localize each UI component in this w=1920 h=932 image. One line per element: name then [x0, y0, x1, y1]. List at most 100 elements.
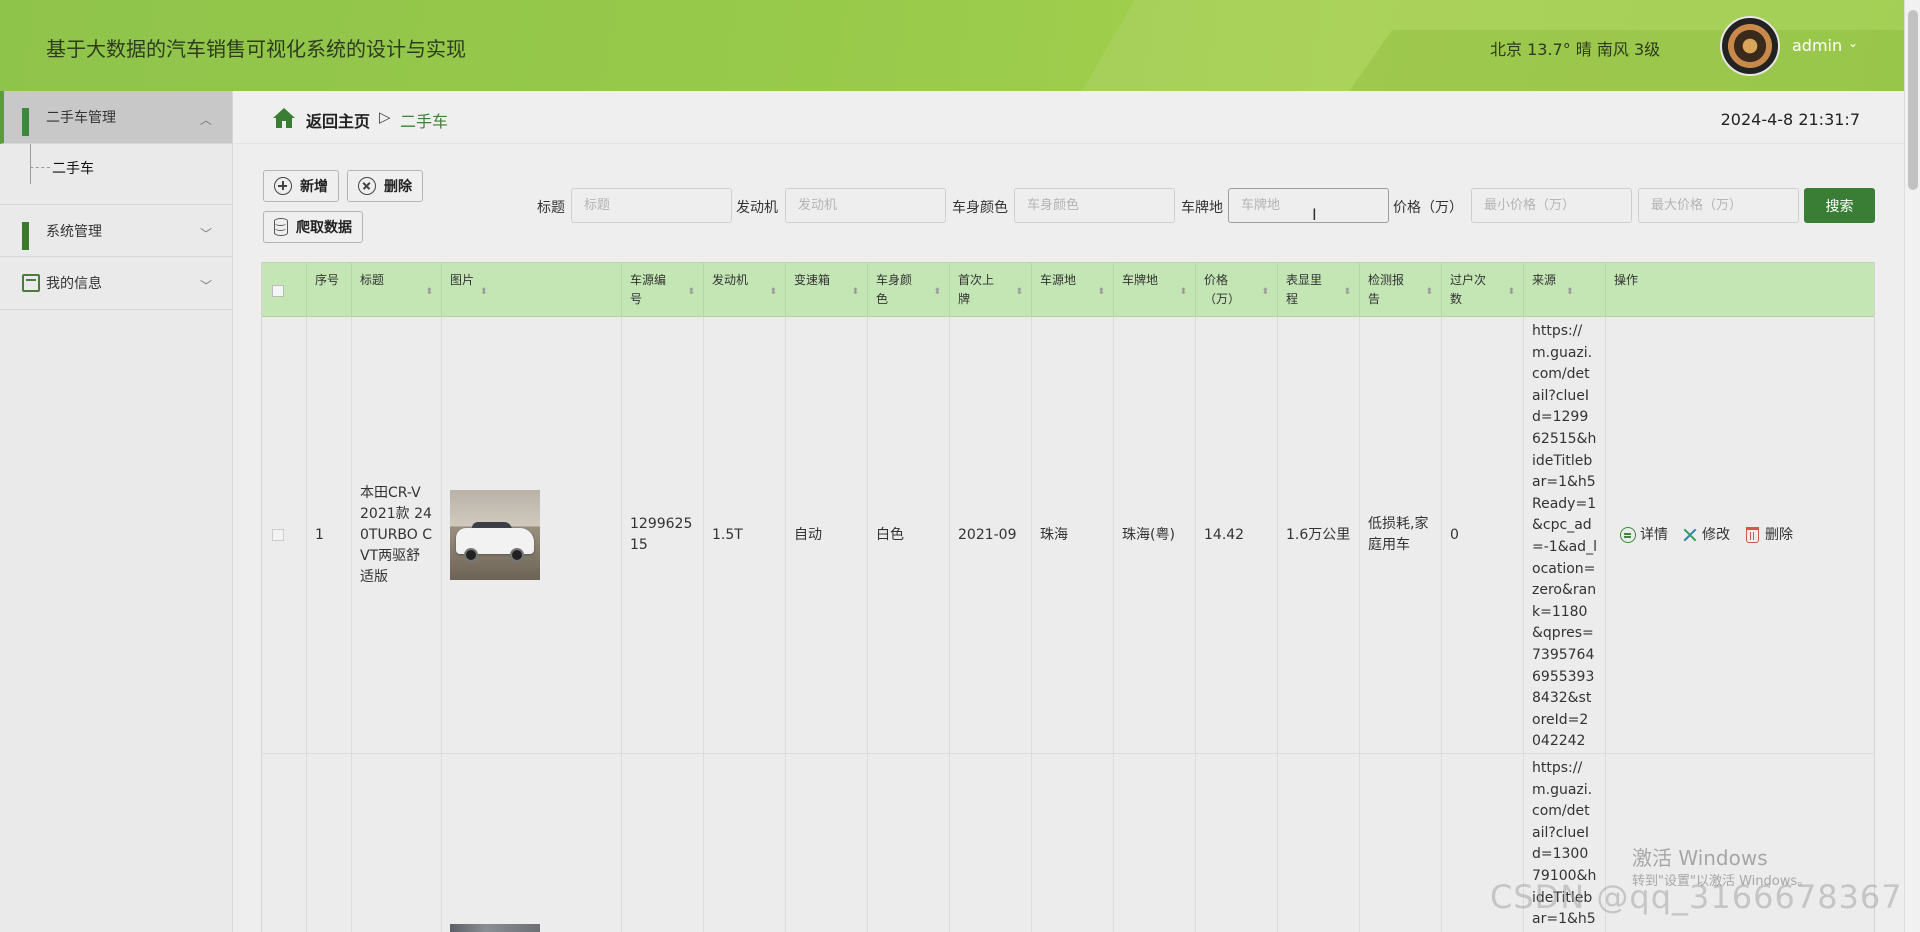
breadcrumb: 返回主页 ▷ 二手车 2024-4-8 21:31:7: [234, 91, 1920, 144]
sort-icon[interactable]: ⬍: [425, 283, 433, 302]
sort-icon[interactable]: ⬍: [480, 283, 488, 302]
chevron-down-icon: ﹀: [199, 279, 212, 293]
detail-button[interactable]: 详情: [1620, 525, 1668, 546]
column-header[interactable]: 变速箱 ⬍: [786, 263, 868, 318]
cell-index: 1: [307, 317, 352, 753]
weather-info: 北京 13.7° 晴 南风 3级: [1490, 40, 1661, 59]
sidebar-item-my-info[interactable]: 我的信息 ﹀: [0, 257, 232, 310]
sidebar-subitem-used-car[interactable]: 二手车: [52, 158, 94, 178]
column-header[interactable]: 表显里 程 ⬍: [1278, 263, 1360, 318]
chevron-up-icon: ︿: [199, 113, 212, 127]
cell-engine: 1.5T: [704, 317, 786, 753]
sidebar-submenu: 二手车: [0, 144, 232, 204]
user-menu[interactable]: admin: [1792, 36, 1842, 55]
sort-icon[interactable]: ⬍: [1343, 283, 1351, 302]
column-header-label: 序号: [315, 273, 340, 287]
title-filter-input[interactable]: [571, 188, 732, 223]
column-header[interactable]: 价格 （万） ⬍: [1196, 263, 1278, 318]
scrollbar-thumb[interactable]: [1908, 10, 1918, 190]
detail-label: 详情: [1640, 526, 1668, 543]
sort-icon[interactable]: ⬍: [1097, 283, 1105, 302]
sidebar-item-label: 系统管理: [46, 223, 102, 240]
sort-icon[interactable]: ⬍: [1566, 283, 1574, 302]
detail-icon: [1620, 527, 1636, 543]
column-header[interactable]: 车源编 号 ⬍: [622, 263, 704, 318]
chevron-down-icon[interactable]: ⌄: [1848, 36, 1858, 50]
car-thumbnail[interactable]: [450, 490, 540, 580]
plus-circle-icon: [274, 177, 292, 195]
engine-filter-input[interactable]: [785, 188, 946, 223]
trash-icon: [1746, 527, 1759, 543]
plate-filter-input[interactable]: [1228, 188, 1389, 223]
crawl-data-button[interactable]: 爬取数据: [263, 211, 363, 243]
sidebar-item-used-car-management[interactable]: 二手车管理 ︿: [0, 91, 232, 144]
column-header-label: 车源编 号: [630, 273, 667, 306]
column-header[interactable]: 来源 ⬍: [1524, 263, 1606, 318]
home-icon[interactable]: [272, 107, 296, 129]
cell-gearbox: 自动: [786, 317, 868, 753]
column-header[interactable]: 首次上 牌 ⬍: [950, 263, 1032, 318]
column-header-label: 过户次 数: [1450, 273, 1487, 306]
column-header[interactable]: 发动机 ⬍: [704, 263, 786, 318]
min-price-input[interactable]: [1471, 188, 1632, 223]
sidebar: 二手车管理 ︿ 二手车 系统管理 ﹀ 我的信息 ﹀: [0, 91, 233, 932]
crawl-button-label: 爬取数据: [296, 220, 352, 236]
sort-icon[interactable]: ⬍: [1425, 283, 1433, 302]
add-button-label: 新增: [300, 179, 328, 195]
column-header[interactable]: 图片 ⬍: [442, 263, 622, 318]
cell-title: 本田CR-V 2021款 240TURBO CVT两驱舒适版: [352, 317, 442, 753]
delete-button[interactable]: 删除: [347, 170, 423, 202]
cell-actions: 详情 修改 删除: [1606, 317, 1874, 753]
cell-report: 低损耗,家庭用车: [1360, 317, 1442, 753]
breadcrumb-home-link[interactable]: 返回主页: [306, 108, 370, 132]
sort-icon[interactable]: ⬍: [1261, 283, 1269, 302]
select-all-checkbox[interactable]: [272, 285, 284, 297]
page-scrollbar[interactable]: [1904, 0, 1920, 932]
column-header: 操作: [1606, 263, 1874, 318]
cell-mileage: 1.6万公里: [1278, 317, 1360, 753]
add-button[interactable]: 新增: [263, 170, 339, 202]
column-header[interactable]: 车源地 ⬍: [1032, 263, 1114, 318]
avatar[interactable]: [1720, 16, 1780, 76]
row-checkbox[interactable]: [272, 529, 284, 541]
car-thumbnail[interactable]: [450, 924, 540, 932]
sort-icon[interactable]: ⬍: [851, 283, 859, 302]
grid-icon: [22, 108, 40, 136]
column-header-label: 检测报 告: [1368, 273, 1405, 306]
column-header[interactable]: 过户次 数 ⬍: [1442, 263, 1524, 318]
sort-icon[interactable]: ⬍: [933, 283, 941, 302]
cell-price: 14.42: [1196, 317, 1278, 753]
sort-icon[interactable]: ⬍: [1507, 283, 1515, 302]
sidebar-item-label: 二手车管理: [46, 110, 116, 126]
column-header[interactable]: 标题 ⬍: [352, 263, 442, 318]
column-header-label: 标题: [360, 273, 385, 287]
delete-row-button[interactable]: 删除: [1744, 525, 1793, 546]
sort-icon[interactable]: ⬍: [1015, 283, 1023, 302]
sort-icon[interactable]: ⬍: [1179, 283, 1187, 302]
edit-icon: [1682, 527, 1698, 543]
column-header[interactable]: 检测报 告 ⬍: [1360, 263, 1442, 318]
edit-button[interactable]: 修改: [1682, 525, 1730, 546]
clock: 2024-4-8 21:31:7: [1720, 110, 1860, 129]
column-header-label: 车牌地: [1122, 273, 1159, 287]
sort-icon[interactable]: ⬍: [769, 283, 777, 302]
used-car-table: 序号 标题 ⬍ 图片 ⬍ 车源编 号 ⬍ 发动机 ⬍ 变速箱 ⬍ 车身颜 色 ⬍ 首次上 牌…: [261, 262, 1875, 932]
column-header[interactable]: 序号: [307, 263, 352, 318]
column-header[interactable]: 车牌地 ⬍: [1114, 263, 1196, 318]
column-header-label: 价格 （万）: [1204, 273, 1241, 306]
cell-source: https://m.guazi.com/detail?clueId=129962…: [1524, 317, 1606, 753]
search-button[interactable]: 搜索: [1804, 188, 1875, 223]
column-header-label: 首次上 牌: [958, 273, 995, 306]
max-price-input[interactable]: [1638, 188, 1799, 223]
sort-icon[interactable]: ⬍: [687, 283, 695, 302]
table-row[interactable]: 1 本田CR-V 2021款 240TURBO CVT两驱舒适版 1299625…: [262, 317, 1874, 754]
breadcrumb-separator: ▷: [379, 108, 391, 126]
sidebar-item-system-management[interactable]: 系统管理 ﹀: [0, 204, 232, 257]
text-cursor-icon: I: [1312, 205, 1317, 224]
color-filter-input[interactable]: [1014, 188, 1175, 223]
column-header[interactable]: 车身颜 色 ⬍: [868, 263, 950, 318]
column-header-label: 发动机: [712, 273, 749, 287]
column-header-label: 来源: [1532, 273, 1557, 287]
edit-label: 修改: [1702, 526, 1730, 543]
table-header: 序号 标题 ⬍ 图片 ⬍ 车源编 号 ⬍ 发动机 ⬍ 变速箱 ⬍ 车身颜 色 ⬍ 首次上 牌…: [262, 262, 1874, 318]
